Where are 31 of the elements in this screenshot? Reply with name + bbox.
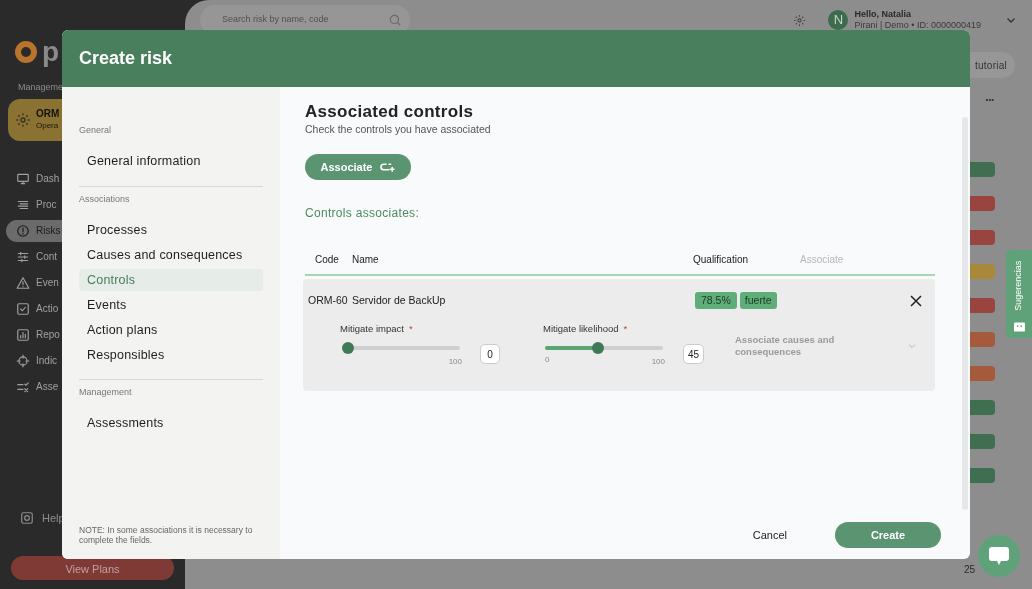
section-title: Associated controls (305, 101, 475, 123)
slider-value: 0 (480, 344, 500, 365)
user-detail: Pirani | Demo • ID: 0000000419 (854, 20, 981, 32)
avatar: N (828, 10, 849, 30)
score-badge: 78.5% (695, 292, 737, 309)
section-heading: Associations (79, 192, 131, 206)
column-header: Name (352, 252, 380, 267)
user-greeting: Hello, Natalia (854, 8, 912, 20)
section-heading: Management (79, 386, 133, 399)
slider-label: Mitigate likelihood * (543, 322, 629, 336)
logo-text: p (42, 37, 60, 66)
page-count: 25 (963, 563, 975, 577)
slider-min-label: 0 (545, 354, 550, 367)
note-text: NOTE: In some associations it is necessary to complete the fields. (79, 525, 254, 545)
dialog-title: Create risk (79, 47, 173, 70)
column-header: Qualification (693, 252, 750, 267)
section-heading: General (79, 124, 113, 137)
list-title: Controls associates: (305, 205, 421, 222)
column-header: Associate (800, 252, 844, 267)
rating-badge: fuerte (739, 292, 777, 309)
module-subtitle: Opera (36, 120, 60, 131)
slider-label: Mitigate impact * (340, 322, 414, 336)
slider-max-label: 100 (448, 356, 462, 367)
section-subtitle: Check the controls you have associated (305, 122, 492, 138)
column-header: Code (314, 252, 340, 267)
module-title: ORM (36, 108, 60, 121)
section-label: Manageme (17, 81, 65, 94)
slider-value: 45 (683, 344, 705, 365)
table-cell-text: ORM-60 (308, 292, 349, 308)
table-cell-text: Servidor de BackUp (352, 292, 447, 308)
slider-max-label: 100 (651, 356, 665, 367)
